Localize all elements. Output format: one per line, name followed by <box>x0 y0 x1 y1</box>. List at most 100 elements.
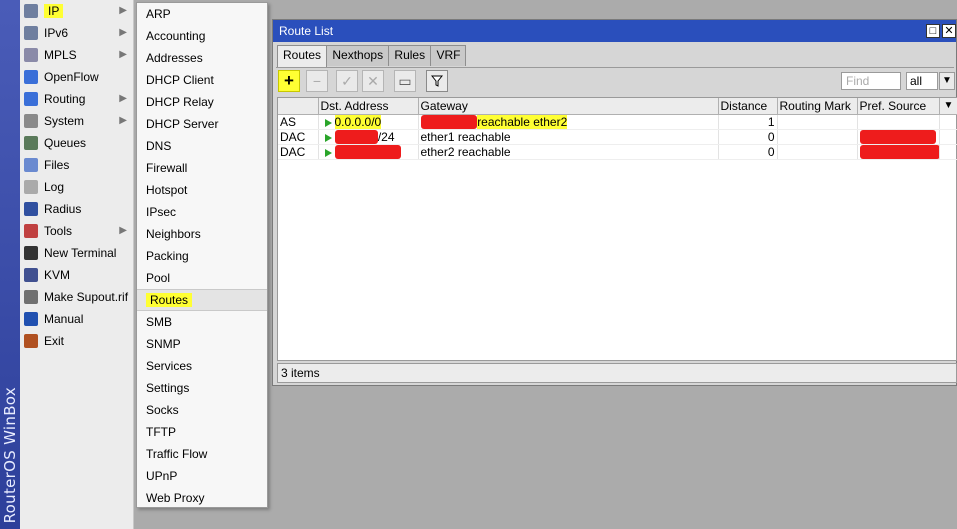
menu-item-radius[interactable]: Radius <box>20 198 133 220</box>
menu-item-label: Routing <box>44 92 86 106</box>
menu-item-ip[interactable]: IP ▶ <box>20 0 133 22</box>
submenu-item-upnp[interactable]: UPnP <box>137 465 267 487</box>
ip-icon <box>24 4 38 18</box>
submenu-arrow-icon: ▶ <box>119 93 127 104</box>
submenu-item-socks[interactable]: Socks <box>137 399 267 421</box>
menu-item-make-supout-rif[interactable]: Make Supout.rif <box>20 286 133 308</box>
filter-button[interactable] <box>426 70 448 92</box>
submenu-item-routes[interactable]: Routes <box>137 289 267 311</box>
menu-item-kvm[interactable]: KVM <box>20 264 133 286</box>
submenu-item-arp[interactable]: ARP <box>137 3 267 25</box>
tab-routes[interactable]: Routes <box>277 45 328 67</box>
add-button[interactable]: + <box>278 70 300 92</box>
menu-item-exit[interactable]: Exit <box>20 330 133 352</box>
submenu-item-pool[interactable]: Pool <box>137 267 267 289</box>
submenu-item-services[interactable]: Services <box>137 355 267 377</box>
files-icon <box>24 158 38 172</box>
menu-item-system[interactable]: System ▶ <box>20 110 133 132</box>
submenu-item-addresses[interactable]: Addresses <box>137 47 267 69</box>
redacted-pref-source <box>859 129 937 143</box>
route-type: AS <box>278 114 319 130</box>
col-header-distance[interactable]: Distance <box>718 98 778 115</box>
submenu-item-neighbors[interactable]: Neighbors <box>137 223 267 245</box>
table-row[interactable]: DAC ether2 reachable 0 <box>278 144 957 160</box>
menu-item-new-terminal[interactable]: New Terminal <box>20 242 133 264</box>
manual-icon <box>24 312 38 326</box>
submenu-item-dhcp-relay[interactable]: DHCP Relay <box>137 91 267 113</box>
col-header-pref-source[interactable]: Pref. Source <box>857 98 940 115</box>
route-distance: 0 <box>718 144 778 160</box>
menu-item-label: IPv6 <box>44 26 69 40</box>
window-titlebar[interactable]: Route List □ ✕ <box>273 20 956 42</box>
restore-button[interactable]: □ <box>926 24 940 38</box>
column-chooser-button[interactable]: ▼ <box>939 98 957 115</box>
route-dst <box>318 144 419 160</box>
submenu-item-tftp[interactable]: TFTP <box>137 421 267 443</box>
submenu-item-dhcp-server[interactable]: DHCP Server <box>137 113 267 135</box>
col-header-type[interactable] <box>278 98 319 115</box>
submenu-item-label: SMB <box>146 315 173 329</box>
submenu-item-label: DNS <box>146 139 172 153</box>
menu-item-label: MPLS <box>44 48 77 62</box>
submenu-item-dns[interactable]: DNS <box>137 135 267 157</box>
col-header-gateway[interactable]: Gateway <box>418 98 719 115</box>
close-button[interactable]: ✕ <box>942 24 956 38</box>
menu-item-queues[interactable]: Queues <box>20 132 133 154</box>
submenu-item-label: IPsec <box>146 205 177 219</box>
submenu-item-firewall[interactable]: Firewall <box>137 157 267 179</box>
filter-select[interactable]: all <box>906 72 938 90</box>
main-menu: IP ▶ IPv6 ▶ MPLS ▶ OpenFlow Routing ▶ System ▶ Queu… <box>20 0 134 529</box>
table-row[interactable]: AS 0.0.0.0/0 ​ reachable ether2 1 <box>278 114 957 130</box>
menu-item-label: Radius <box>44 202 82 216</box>
tab-rules[interactable]: Rules <box>388 45 432 66</box>
submenu-item-web-proxy[interactable]: Web Proxy <box>137 487 267 509</box>
menu-item-tools[interactable]: Tools ▶ <box>20 220 133 242</box>
submenu-item-label: Pool <box>146 271 171 285</box>
route-list-window: Route List □ ✕ Routes Nexthops Rules VRF… <box>272 19 957 386</box>
menu-item-routing[interactable]: Routing ▶ <box>20 88 133 110</box>
log-icon <box>24 180 38 194</box>
menu-item-log[interactable]: Log <box>20 176 133 198</box>
remove-button[interactable]: − <box>306 70 328 92</box>
menu-item-label: New Terminal <box>44 246 117 260</box>
submenu-item-smb[interactable]: SMB <box>137 311 267 333</box>
table-row[interactable]: DAC /24 ether1 reachable 0 <box>278 129 957 145</box>
tab-vrf[interactable]: VRF <box>430 45 467 66</box>
enable-button[interactable]: ✓ <box>336 70 358 92</box>
col-header-routing-mark[interactable]: Routing Mark <box>777 98 858 115</box>
submenu-item-ipsec[interactable]: IPsec <box>137 201 267 223</box>
route-pref-source <box>857 129 940 145</box>
submenu-item-accounting[interactable]: Accounting <box>137 25 267 47</box>
active-flag-icon <box>324 148 332 157</box>
submenu-item-hotspot[interactable]: Hotspot <box>137 179 267 201</box>
tab-nexthops[interactable]: Nexthops <box>326 45 390 66</box>
menu-item-label: Files <box>44 158 70 172</box>
menu-item-openflow[interactable]: OpenFlow <box>20 66 133 88</box>
submenu-item-packing[interactable]: Packing <box>137 245 267 267</box>
submenu-item-traffic-flow[interactable]: Traffic Flow <box>137 443 267 465</box>
comment-button[interactable]: ▭ <box>394 70 416 92</box>
brand-label: RouterOS WinBox <box>1 386 19 523</box>
submenu-item-snmp[interactable]: SNMP <box>137 333 267 355</box>
radius-icon <box>24 202 38 216</box>
exit-icon <box>24 334 38 348</box>
find-input[interactable] <box>841 72 901 90</box>
menu-item-ipv6[interactable]: IPv6 ▶ <box>20 22 133 44</box>
disable-button[interactable]: ✕ <box>362 70 384 92</box>
menu-item-mpls[interactable]: MPLS ▶ <box>20 44 133 66</box>
submenu-item-label: UPnP <box>146 469 178 483</box>
submenu-item-label: Settings <box>146 381 190 395</box>
submenu-item-settings[interactable]: Settings <box>137 377 267 399</box>
submenu-item-label: Firewall <box>146 161 188 175</box>
routes-table: Dst. Address Gateway Distance Routing Ma… <box>277 97 957 361</box>
menu-item-files[interactable]: Files <box>20 154 133 176</box>
col-header-dst-address[interactable]: Dst. Address <box>318 98 419 115</box>
submenu-arrow-icon: ▶ <box>119 49 127 60</box>
submenu-item-dhcp-client[interactable]: DHCP Client <box>137 69 267 91</box>
tools-icon <box>24 224 38 238</box>
supout-icon <box>24 290 38 304</box>
filter-select-dropdown-button[interactable]: ▼ <box>939 72 955 90</box>
menu-item-manual[interactable]: Manual <box>20 308 133 330</box>
submenu-arrow-icon: ▶ <box>119 225 127 236</box>
submenu-item-label: ARP <box>146 7 171 21</box>
